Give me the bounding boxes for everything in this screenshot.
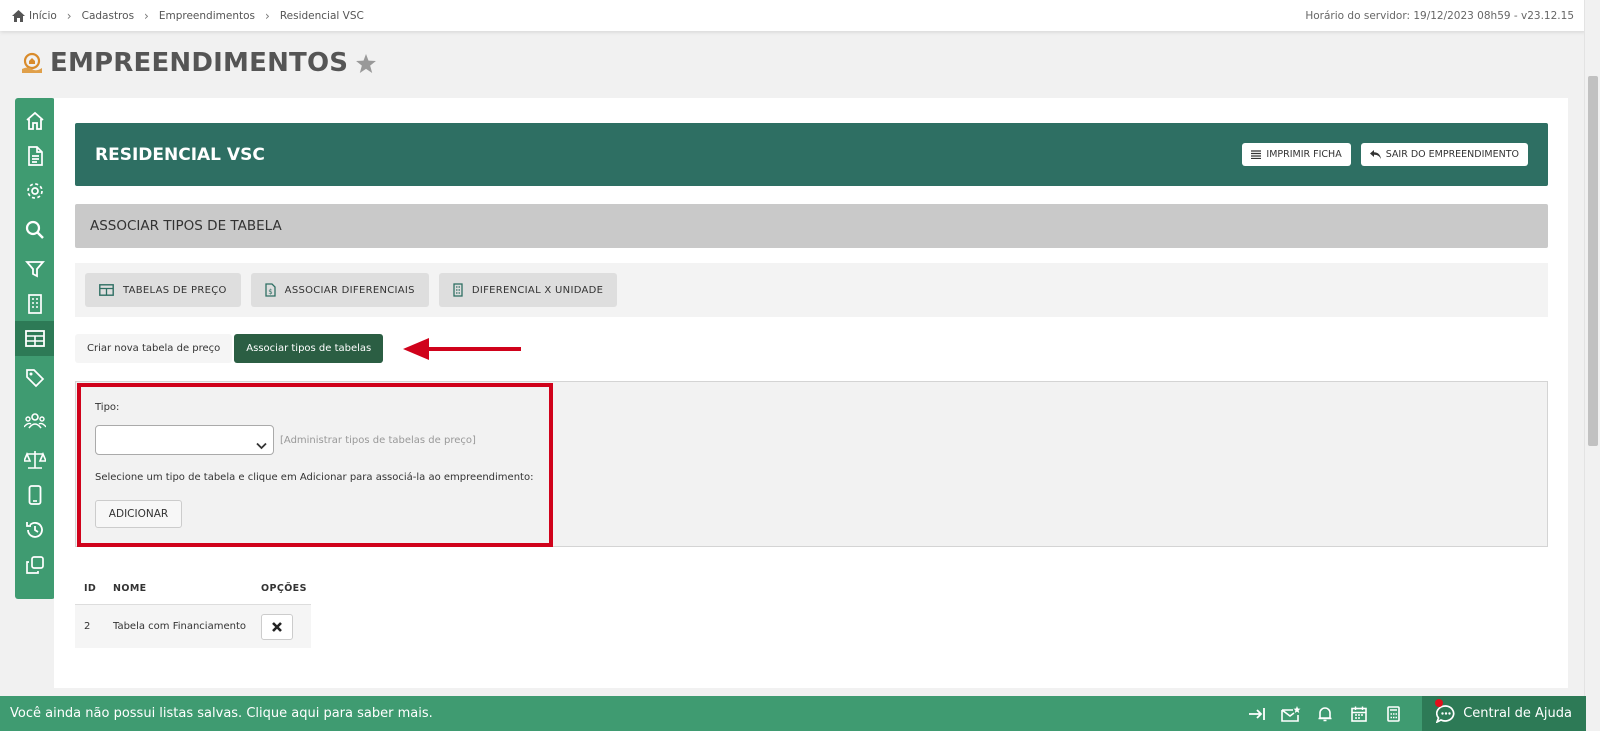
row-name: Tabela com Financiamento: [113, 621, 246, 632]
home-icon: [26, 111, 44, 130]
bell-icon[interactable]: [1308, 706, 1342, 722]
sidebar-item-search[interactable]: [15, 212, 55, 247]
tab-associate-differentials[interactable]: $ ASSOCIAR DIFERENCIAIS: [250, 273, 429, 307]
filter-icon: [25, 260, 45, 277]
table-icon: [25, 329, 45, 347]
close-icon: [272, 621, 282, 632]
tabs-row: TABELAS DE PREÇO $ ASSOCIAR DIFERENCIAIS…: [75, 263, 1548, 317]
gear-icon: [27, 182, 43, 199]
tab-differential-unit[interactable]: DIFERENCIAL X UNIDADE: [438, 273, 618, 307]
project-name: RESIDENCIAL VSC: [95, 144, 265, 165]
sidebar-item-history[interactable]: [15, 512, 55, 547]
arrow-to-right-icon[interactable]: [1240, 707, 1274, 721]
sidebar-item-buildings[interactable]: [15, 286, 55, 321]
search-icon: [25, 220, 44, 239]
server-time: Horário do servidor: 19/12/2023 08h59 - …: [1305, 9, 1574, 22]
annotation-arrow-icon: [403, 338, 521, 360]
row-id: 2: [84, 621, 91, 632]
building-hand-icon: [20, 51, 44, 75]
copy-icon: [26, 555, 44, 574]
sidebar-item-price-tables[interactable]: [15, 321, 55, 356]
svg-text:$: $: [268, 288, 273, 296]
scrollbar-thumb[interactable]: [1588, 76, 1598, 446]
sidebar-item-copy[interactable]: [15, 547, 55, 582]
mobile-icon: [28, 484, 42, 505]
form-help-text: Selecione um tipo de tabela e clique em …: [95, 472, 534, 483]
table-icon: [99, 284, 114, 296]
add-button[interactable]: ADICIONAR: [95, 500, 182, 528]
tab-price-tables[interactable]: TABELAS DE PREÇO: [85, 273, 241, 307]
calendar-icon[interactable]: [1342, 706, 1376, 722]
sidebar-item-documents[interactable]: [15, 138, 55, 173]
delete-button[interactable]: [261, 613, 293, 640]
tab-price-tables-label: TABELAS DE PREÇO: [123, 284, 227, 296]
sidebar-item-home[interactable]: [15, 103, 55, 138]
chevron-right-icon: ›: [144, 8, 149, 23]
file-dollar-icon: $: [265, 283, 276, 297]
breadcrumb: Início › Cadastros › Empreendimentos › R…: [12, 9, 364, 23]
reply-icon: [1369, 150, 1381, 159]
building-icon: [28, 293, 42, 314]
star-icon[interactable]: [356, 53, 377, 73]
print-sheet-button[interactable]: IMPRIMIR FICHA: [1242, 143, 1351, 166]
sidebar-item-filter[interactable]: [15, 251, 55, 286]
list-icon: [1251, 150, 1262, 159]
tipo-label: Tipo:: [95, 402, 120, 413]
history-icon: [26, 521, 43, 538]
sidebar-item-mobile[interactable]: [15, 477, 55, 512]
subtab-associate-table-types[interactable]: Associar tipos de tabelas: [234, 334, 384, 363]
table-header: ID NOME OPÇÕES: [75, 572, 311, 604]
tipo-select[interactable]: [95, 425, 274, 455]
table-types-table: ID NOME OPÇÕES 2 Tabela com Financiament…: [75, 572, 311, 648]
calculator-icon[interactable]: [1376, 705, 1410, 722]
column-header-name: NOME: [113, 582, 147, 594]
envelope-star-icon[interactable]: [1274, 705, 1308, 722]
chevron-down-icon: [256, 435, 267, 454]
admin-table-types-link[interactable]: [Administrar tipos de tabelas de preço]: [280, 435, 476, 446]
breadcrumb-home[interactable]: Início: [29, 10, 57, 22]
chat-icon: [1436, 704, 1456, 723]
page-title: EMPREENDIMENTOS: [50, 48, 349, 78]
help-center-label: Central de Ajuda: [1463, 706, 1572, 721]
page-header: EMPREENDIMENTOS: [20, 48, 377, 78]
breadcrumb-current: Residencial VSC: [279, 9, 364, 22]
sidebar-item-tags[interactable]: [15, 360, 55, 395]
exit-project-button[interactable]: SAIR DO EMPREENDIMENTO: [1360, 143, 1528, 166]
home-icon[interactable]: [12, 9, 25, 22]
column-header-id: ID: [84, 582, 97, 594]
sidebar-item-legal[interactable]: [15, 442, 55, 477]
top-bar: Início › Cadastros › Empreendimentos › R…: [0, 0, 1586, 31]
tag-icon: [26, 368, 45, 387]
sidebar-item-users[interactable]: [15, 403, 55, 438]
subtab-create-price-table[interactable]: Criar nova tabela de preço: [75, 334, 233, 363]
exit-project-label: SAIR DO EMPREENDIMENTO: [1385, 149, 1519, 160]
breadcrumb-cadastros[interactable]: Cadastros: [82, 10, 134, 22]
row-options: [255, 613, 311, 640]
users-icon: [24, 412, 46, 429]
sidebar: [15, 98, 55, 599]
document-icon: [28, 145, 43, 166]
vertical-scrollbar[interactable]: [1584, 0, 1600, 731]
tab-associate-differentials-label: ASSOCIAR DIFERENCIAIS: [284, 284, 415, 296]
column-header-options: OPÇÕES: [261, 582, 307, 594]
saved-lists-message[interactable]: Você ainda não possui listas salvas. Cli…: [10, 706, 433, 721]
chevron-right-icon: ›: [265, 8, 270, 23]
help-center-button[interactable]: Central de Ajuda: [1422, 696, 1586, 731]
section-title: ASSOCIAR TIPOS DE TABELA: [75, 204, 1548, 248]
print-sheet-label: IMPRIMIR FICHA: [1266, 149, 1342, 160]
subtabs: Criar nova tabela de preço Associar tipo…: [75, 334, 384, 363]
bottom-bar: Você ainda não possui listas salvas. Cli…: [0, 696, 1586, 731]
tab-differential-unit-label: DIFERENCIAL X UNIDADE: [471, 284, 604, 296]
chevron-right-icon: ›: [66, 8, 72, 23]
building-icon: [453, 283, 463, 297]
breadcrumb-empreendimentos[interactable]: Empreendimentos: [159, 10, 255, 22]
scale-icon: [24, 450, 46, 469]
project-header: RESIDENCIAL VSC IMPRIMIR FICHA SAIR DO E…: [75, 123, 1548, 186]
sidebar-item-settings[interactable]: [15, 173, 55, 208]
table-row: 2 Tabela com Financiamento: [75, 604, 311, 648]
